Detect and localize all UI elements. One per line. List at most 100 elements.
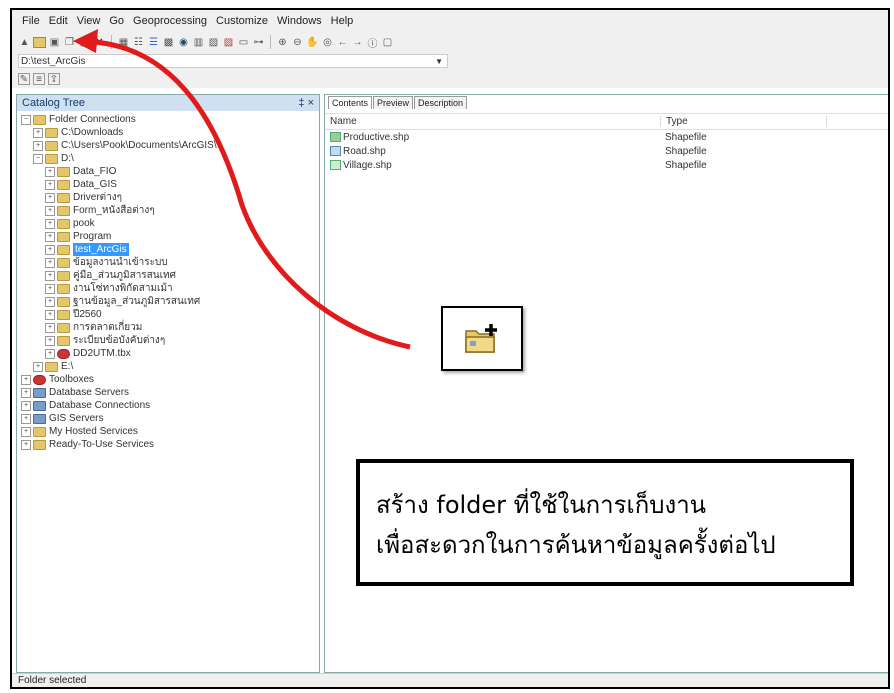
expand-icon[interactable]: +: [45, 348, 55, 359]
tree-node[interactable]: + DD2UTM.tbx: [17, 347, 319, 360]
list-item[interactable]: Village.shp Shapefile: [325, 158, 888, 172]
tree-node[interactable]: + Driverต่างๆ: [17, 191, 319, 204]
menu-file[interactable]: File: [22, 15, 40, 27]
tree-node[interactable]: + My Hosted Services: [17, 425, 319, 438]
copy-icon[interactable]: ❐: [63, 36, 76, 49]
zoom-out-icon[interactable]: ⊖: [291, 36, 304, 49]
expand-icon[interactable]: +: [45, 244, 55, 255]
tree-node[interactable]: − Folder Connections: [17, 113, 319, 126]
model-builder-icon[interactable]: ⊶: [252, 36, 265, 49]
tree-node[interactable]: + คู่มือ_ส่วนภูมิสารสนเทศ: [17, 269, 319, 282]
column-type-header[interactable]: Type: [661, 116, 827, 127]
expand-icon[interactable]: +: [45, 309, 55, 320]
details-icon[interactable]: ☰: [147, 36, 160, 49]
search-window-icon[interactable]: ▧: [207, 36, 220, 49]
location-input[interactable]: D:\test_ArcGis ▼: [18, 54, 448, 68]
thumbnails-icon[interactable]: ▩: [162, 36, 175, 49]
create-thumbnail-icon[interactable]: ▢: [381, 36, 394, 49]
list-icon[interactable]: ☷: [132, 36, 145, 49]
tree-node[interactable]: + pook: [17, 217, 319, 230]
identify-icon[interactable]: ⓘ: [366, 36, 379, 50]
pin-close-icon[interactable]: ‡ ×: [298, 97, 314, 109]
tree-node[interactable]: + Database Connections: [17, 399, 319, 412]
expand-icon[interactable]: +: [45, 231, 55, 242]
full-extent-icon[interactable]: ◎: [321, 36, 334, 49]
menu-edit[interactable]: Edit: [49, 15, 68, 27]
expand-icon[interactable]: +: [21, 426, 31, 437]
paste-icon[interactable]: ▤: [78, 36, 91, 49]
tree-node[interactable]: + ปี2560: [17, 308, 319, 321]
tree-node[interactable]: + GIS Servers: [17, 412, 319, 425]
layer-properties-icon[interactable]: ≡: [33, 73, 45, 85]
tree-node[interactable]: + C:\Users\Pook\Documents\ArcGIS\: [17, 139, 319, 152]
menu-help[interactable]: Help: [331, 15, 354, 27]
expand-icon[interactable]: +: [45, 179, 55, 190]
disconnect-folder-icon[interactable]: ▣: [48, 36, 61, 49]
contents-list: Productive.shp Shapefile Road.shp Shapef…: [325, 130, 888, 172]
list-item[interactable]: Productive.shp Shapefile: [325, 130, 888, 144]
tree-node[interactable]: + Toolboxes: [17, 373, 319, 386]
collapse-icon[interactable]: −: [33, 153, 43, 164]
list-item[interactable]: Road.shp Shapefile: [325, 144, 888, 158]
expand-icon[interactable]: +: [45, 205, 55, 216]
menu-view[interactable]: View: [77, 15, 101, 27]
delete-icon[interactable]: ✕: [93, 36, 106, 49]
tree-node[interactable]: + ข้อมูลงานนำเข้าระบบ: [17, 256, 319, 269]
catalog-window-icon[interactable]: ▥: [192, 36, 205, 49]
export-metadata-icon[interactable]: ⇪: [48, 73, 60, 85]
expand-icon[interactable]: +: [33, 127, 43, 138]
large-icons-icon[interactable]: ▦: [117, 36, 130, 49]
expand-icon[interactable]: +: [45, 270, 55, 281]
tree-node[interactable]: + E:\: [17, 360, 319, 373]
expand-icon[interactable]: +: [45, 296, 55, 307]
expand-icon[interactable]: +: [21, 439, 31, 450]
tree-node[interactable]: + Ready-To-Use Services: [17, 438, 319, 451]
menu-go[interactable]: Go: [109, 15, 124, 27]
expand-icon[interactable]: +: [45, 218, 55, 229]
expand-icon[interactable]: +: [45, 257, 55, 268]
tree-node[interactable]: + Database Servers: [17, 386, 319, 399]
expand-icon[interactable]: +: [33, 140, 43, 151]
expand-icon[interactable]: +: [21, 374, 31, 385]
column-name-header[interactable]: Name: [325, 116, 661, 127]
launch-arcmap-icon[interactable]: ◉: [177, 36, 190, 49]
expand-icon[interactable]: +: [21, 413, 31, 424]
expand-icon[interactable]: +: [45, 166, 55, 177]
collapse-icon[interactable]: −: [21, 114, 31, 125]
expand-icon[interactable]: +: [21, 387, 31, 398]
forward-icon[interactable]: →: [351, 36, 364, 49]
expand-icon[interactable]: +: [45, 283, 55, 294]
expand-icon[interactable]: +: [45, 192, 55, 203]
tab-contents[interactable]: Contents: [328, 96, 373, 109]
menu-windows[interactable]: Windows: [277, 15, 322, 27]
tree-node[interactable]: + การตลาดเกี่ยวม: [17, 321, 319, 334]
tree-node[interactable]: − D:\: [17, 152, 319, 165]
tab-preview[interactable]: Preview: [373, 96, 414, 109]
menu-customize[interactable]: Customize: [216, 15, 268, 27]
tree-node[interactable]: + test_ArcGis: [17, 243, 319, 256]
tree-node[interactable]: + Program: [17, 230, 319, 243]
expand-icon[interactable]: +: [33, 361, 43, 372]
up-one-level-icon[interactable]: ▲: [18, 36, 31, 49]
python-window-icon[interactable]: ▭: [237, 36, 250, 49]
zoom-in-icon[interactable]: ⊕: [276, 36, 289, 49]
pan-icon[interactable]: ✋: [306, 36, 319, 49]
expand-icon[interactable]: +: [45, 322, 55, 333]
tree-node[interactable]: + C:\Downloads: [17, 126, 319, 139]
tree-node[interactable]: + Form_หนังสือต่างๆ: [17, 204, 319, 217]
tree-node[interactable]: + งานโซ่ทางพิกัดสามเม้า: [17, 282, 319, 295]
expand-icon[interactable]: +: [45, 335, 55, 346]
connect-folder-icon[interactable]: [33, 36, 46, 48]
tree-node[interactable]: + Data_FIO: [17, 165, 319, 178]
tab-description[interactable]: Description: [414, 96, 468, 109]
back-icon[interactable]: ←: [336, 36, 349, 49]
tree-node[interactable]: + Data_GIS: [17, 178, 319, 191]
expand-icon[interactable]: +: [21, 400, 31, 411]
menu-geoprocessing[interactable]: Geoprocessing: [133, 15, 207, 27]
tree-node[interactable]: + ระเบียบข้อบังคับต่างๆ: [17, 334, 319, 347]
tree-node[interactable]: + ฐานข้อมูล_ส่วนภูมิสารสนเทศ: [17, 295, 319, 308]
edit-metadata-icon[interactable]: ✎: [18, 73, 30, 85]
arctoolbox-icon[interactable]: ▨: [222, 36, 235, 49]
toolbar-separator: [270, 35, 271, 49]
chevron-down-icon[interactable]: ▼: [435, 55, 443, 69]
